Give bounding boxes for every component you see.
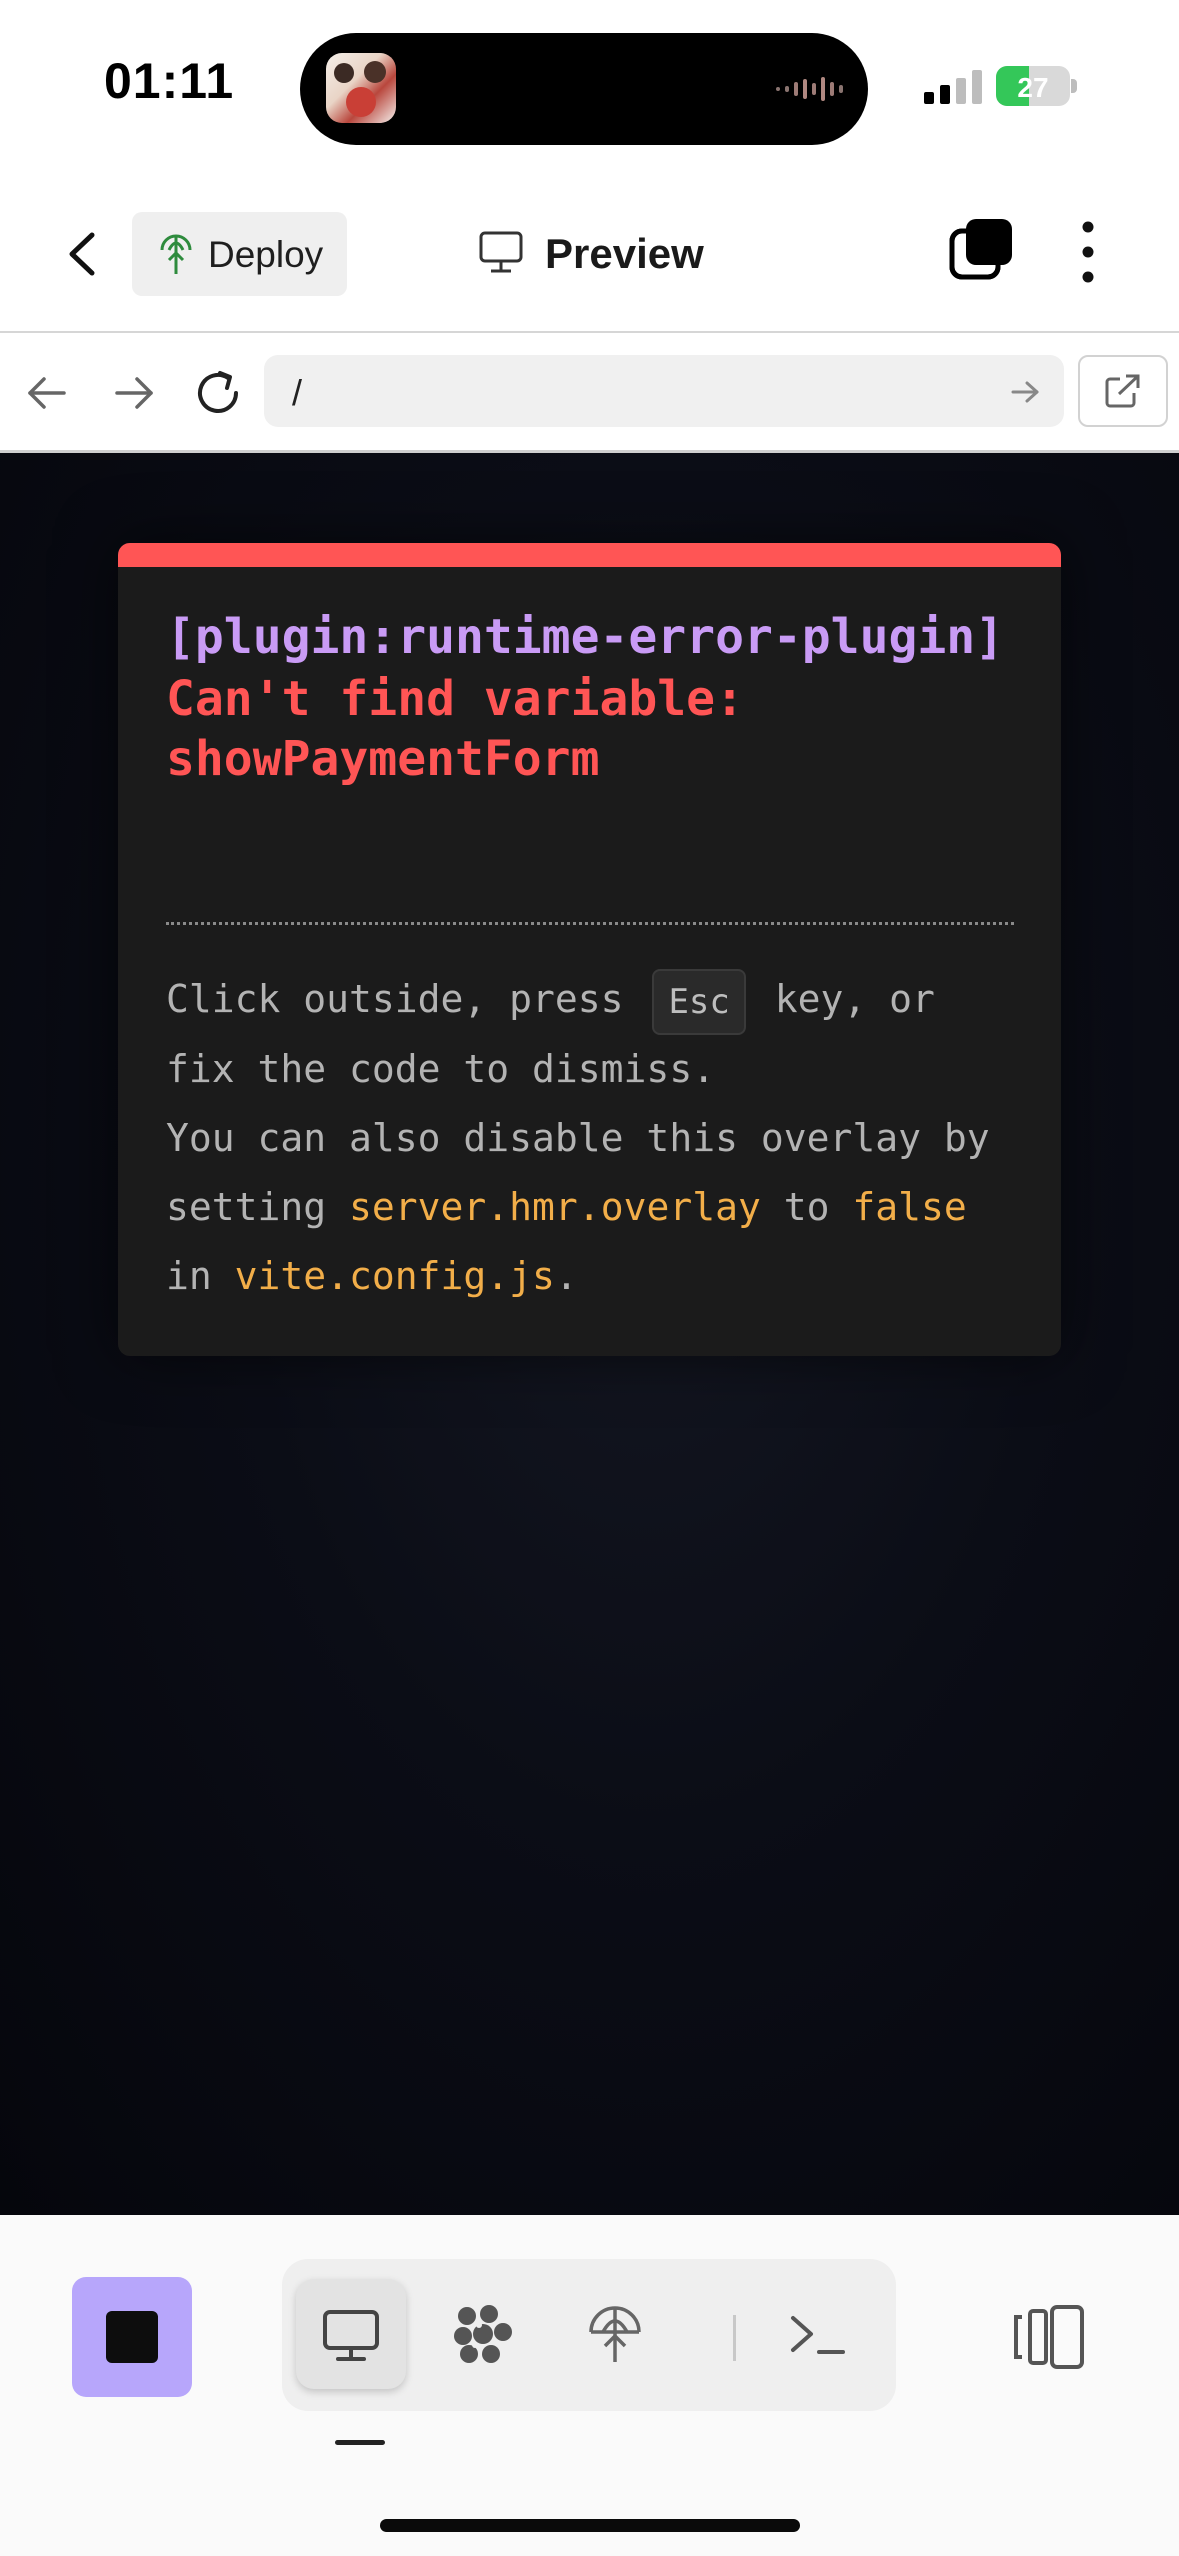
desktop-icon [323, 2310, 379, 2361]
bottom-toolbar [0, 2215, 1179, 2556]
deploy-icon [589, 2306, 641, 2362]
segment-divider [733, 2315, 736, 2361]
external-link-icon [1105, 374, 1140, 408]
deploy-button[interactable]: Deploy [132, 212, 347, 296]
deploy-tab[interactable] [560, 2279, 670, 2389]
split-view-icon[interactable] [1008, 2303, 1088, 2373]
error-top-bar [118, 543, 1061, 567]
error-message: Can't find variable: showPaymentForm [166, 671, 744, 787]
url-value: / [292, 372, 303, 413]
esc-key: Esc [652, 968, 746, 1035]
page-title-label: Preview [545, 230, 704, 277]
error-tip: Click outside, press Esc key, or fix the… [166, 965, 1026, 1311]
browser-forward-icon[interactable] [107, 368, 159, 418]
tip-text-5: in [166, 1253, 235, 1298]
tip-text-1: Click outside, press [166, 977, 647, 1021]
tip-text-6: . [554, 1253, 578, 1298]
tip-code-1: server.hmr.overlay [349, 1184, 761, 1229]
battery-cap [1071, 79, 1077, 93]
error-overlay[interactable]: [plugin:runtime-error-plugin] Can't find… [118, 543, 1061, 1356]
dynamic-island[interactable] [300, 33, 868, 145]
back-chevron-icon[interactable] [50, 219, 120, 289]
preview-tab[interactable] [296, 2279, 406, 2389]
battery-level: 27 [1017, 72, 1049, 103]
divider [166, 922, 1014, 925]
tip-text-4: to [760, 1184, 853, 1229]
active-tab-indicator [335, 2440, 385, 2445]
stop-button[interactable] [72, 2277, 192, 2397]
tip-code-2: false [852, 1184, 967, 1229]
now-playing-artwork[interactable] [326, 53, 396, 123]
browser-bar: / [0, 333, 1179, 453]
terminal-tab[interactable] [762, 2279, 872, 2389]
view-switcher [282, 2259, 896, 2411]
tip-code-3: vite.config.js [234, 1253, 555, 1298]
monitor-icon [479, 231, 523, 273]
terminal-icon [791, 2316, 845, 2354]
status-bar: 01:11 27 [0, 0, 1179, 175]
open-external-button[interactable] [1078, 355, 1168, 427]
deploy-icon [160, 234, 192, 274]
battery-icon: 27 [996, 66, 1070, 106]
app-header: Deploy Preview [0, 175, 1179, 333]
url-input[interactable]: / [264, 355, 1064, 427]
deploy-label: Deploy [208, 234, 324, 275]
home-indicator [380, 2519, 800, 2532]
reload-icon[interactable] [190, 365, 246, 421]
audio-wave-icon [776, 77, 843, 101]
network-tab[interactable] [428, 2279, 538, 2389]
tabs-icon[interactable] [948, 217, 1016, 285]
error-plugin: [plugin:runtime-error-plugin] [166, 609, 1005, 665]
more-menu-icon[interactable] [1070, 217, 1106, 287]
go-arrow-icon[interactable] [1009, 377, 1043, 407]
browser-back-icon[interactable] [22, 368, 74, 418]
network-icon [454, 2305, 512, 2363]
preview-viewport[interactable]: [plugin:runtime-error-plugin] Can't find… [0, 453, 1179, 2215]
cellular-signal-icon [924, 70, 982, 104]
stop-icon [106, 2311, 158, 2363]
status-time: 01:11 [104, 53, 235, 109]
